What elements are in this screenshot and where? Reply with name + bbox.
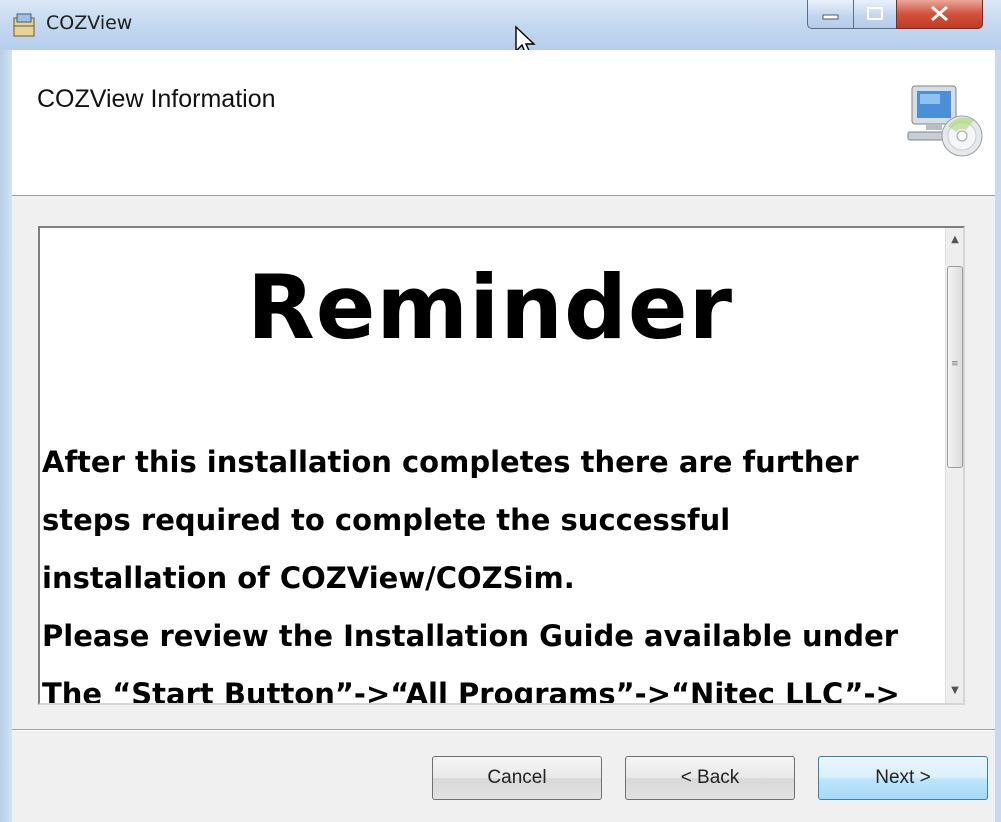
- cancel-button[interactable]: Cancel: [432, 756, 602, 800]
- scroll-up-arrow-icon[interactable]: ▲: [946, 230, 963, 250]
- installer-app-icon: [13, 13, 35, 37]
- window-frame-right: [995, 50, 1001, 822]
- wizard-body: Reminder After this installation complet…: [12, 196, 995, 822]
- window-title: COZView: [46, 12, 133, 34]
- page-title: COZView Information: [37, 85, 276, 113]
- reminder-line: steps required to complete the successfu…: [42, 503, 731, 537]
- grip-icon: ≡: [951, 359, 959, 369]
- information-text-box[interactable]: Reminder After this installation complet…: [38, 226, 965, 705]
- minimize-icon: [822, 14, 839, 20]
- reminder-line: After this installation completes there …: [42, 445, 859, 479]
- wizard-header: COZView Information: [12, 50, 995, 196]
- button-separator: [12, 729, 995, 731]
- reminder-line: installation of COZView/COZSim.: [42, 561, 575, 595]
- window-frame-left: [0, 50, 12, 822]
- back-button[interactable]: < Back: [625, 756, 795, 800]
- title-bar[interactable]: COZView: [0, 0, 1001, 58]
- next-button[interactable]: Next >: [818, 756, 988, 800]
- computer-with-cd-icon: [907, 85, 983, 157]
- minimize-button[interactable]: [807, 0, 854, 29]
- reminder-line: Please review the Installation Guide ava…: [42, 619, 899, 653]
- scrollbar-thumb[interactable]: ≡: [947, 266, 963, 468]
- scroll-down-arrow-icon[interactable]: ▼: [946, 681, 963, 701]
- reminder-heading: Reminder: [246, 256, 734, 359]
- maximize-icon: [867, 7, 883, 20]
- vertical-scrollbar[interactable]: ▲ ≡ ▼: [945, 228, 963, 703]
- close-button[interactable]: [896, 0, 983, 29]
- maximize-button[interactable]: [853, 0, 897, 29]
- close-icon: [931, 5, 948, 22]
- reminder-line: The “Start Button”->“All Programs”->“Nit…: [42, 677, 900, 705]
